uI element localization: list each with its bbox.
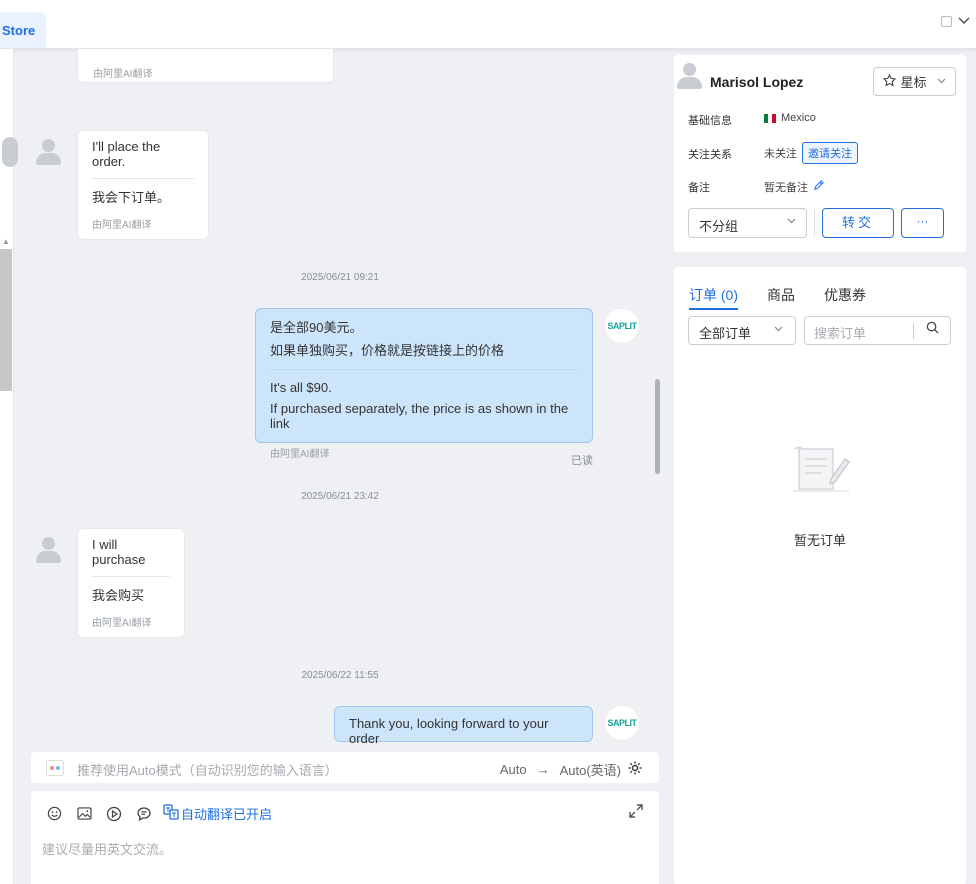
orders-panel: 订单 (0) 商品 优惠券 全部订单 搜索订单 暂无订单 (674, 267, 966, 884)
message-original: Thank you, looking forward to your order (349, 716, 549, 746)
chevron-down-icon[interactable] (958, 14, 970, 28)
my-message-bubble: 是全部90美元。 如果单独购买，价格就是按链接上的价格 It's all $90… (255, 308, 593, 460)
empty-orders-icon (791, 445, 853, 497)
order-filter-value: 全部订单 (699, 326, 752, 341)
chevron-down-icon (787, 216, 796, 227)
avatar (35, 535, 61, 563)
my-message-bubble: Thank you, looking forward to your order (334, 706, 593, 746)
translation-mode-bar: 推荐使用Auto模式（自动识别您的输入语言） Auto → Auto(英语) (31, 752, 659, 783)
mexico-flag-icon (764, 113, 776, 123)
translation-note: 由阿里AI翻译 (270, 449, 330, 460)
expand-icon[interactable] (629, 804, 643, 821)
basic-info-label: 基础信息 (688, 115, 732, 127)
follow-status: 未关注 (764, 148, 797, 160)
message-input[interactable]: 建议尽量用英文交流。 (42, 839, 172, 858)
target-language[interactable]: Auto(英语) (560, 760, 621, 779)
remark-text: 暂无备注 (764, 182, 808, 194)
star-label: 星标 (900, 75, 927, 90)
order-search-input[interactable]: 搜索订单 (804, 316, 951, 345)
divider (270, 369, 578, 370)
window-icon[interactable] (941, 15, 952, 27)
empty-orders-text: 暂无订单 (793, 533, 846, 548)
chat-scrollbar[interactable] (655, 379, 660, 474)
message-bubble: I'll place the order. 我会下订单。 由阿里AI翻译 (77, 130, 209, 240)
avatar (35, 137, 61, 165)
more-button[interactable]: ··· (901, 208, 944, 238)
scroll-up-icon[interactable]: ▲ (2, 237, 10, 246)
invite-follow-button[interactable]: 邀请关注 (802, 142, 858, 164)
store-logo: SAPLIT (604, 705, 640, 741)
message-original: I will purchase (92, 537, 146, 567)
message-translation: It's all $90. (270, 380, 332, 395)
star-button[interactable]: 星标 (873, 67, 956, 96)
chevron-down-icon (774, 324, 783, 335)
composer-toolbar: 自动翻译已开启 (45, 804, 272, 823)
translation-hint: 推荐使用Auto模式（自动识别您的输入语言） (77, 763, 338, 778)
message-original: I'll place the order. (92, 139, 161, 169)
store-logo: SAPLIT (604, 308, 640, 344)
message-bubble: 由阿里AI翻译 (77, 49, 334, 83)
country: Mexico (781, 112, 816, 124)
star-icon (883, 73, 897, 90)
read-status: 已读 (571, 455, 593, 467)
timestamp: 2025/06/22 11:55 (301, 670, 379, 681)
avatar (676, 61, 702, 89)
edit-icon[interactable] (813, 180, 824, 194)
divider (814, 210, 815, 236)
store-tab[interactable]: Store (0, 12, 46, 48)
message-original: 是全部90美元。 (270, 320, 363, 335)
customer-name: Marisol Lopez (710, 74, 804, 90)
auto-translate-label: 自动翻译已开启 (181, 807, 273, 822)
arrow-right-icon: → (536, 762, 550, 777)
top-bar: Store (0, 0, 976, 49)
tab-products[interactable]: 商品 (767, 285, 795, 310)
auto-mode-icon (46, 760, 64, 776)
divider (92, 178, 194, 179)
chat-message-area: 由阿里AI翻译 I'll place the order. 我会下订单。 由阿里… (15, 49, 665, 749)
store-tab-label: Store (2, 23, 36, 38)
group-select-value: 不分组 (699, 219, 739, 234)
message-composer: 自动翻译已开启 建议尽量用英文交流。 (31, 791, 659, 884)
message-translation: If purchased separately, the price is as… (270, 401, 569, 431)
group-select[interactable]: 不分组 (688, 208, 807, 238)
translation-note: 由阿里AI翻译 (92, 618, 152, 629)
order-search-placeholder: 搜索订单 (814, 326, 867, 341)
timestamp: 2025/06/21 09:21 (301, 272, 379, 283)
order-tabs: 订单 (0) 商品 优惠券 (689, 285, 866, 310)
divider (913, 323, 914, 339)
transfer-button[interactable]: 转交 (822, 208, 894, 238)
source-language[interactable]: Auto (500, 762, 527, 777)
translation-note: 由阿里AI翻译 (93, 69, 153, 80)
divider (92, 576, 170, 577)
basic-info-value: Mexico (764, 112, 816, 124)
emoji-icon[interactable] (45, 805, 63, 823)
remark-value: 暂无备注 (764, 179, 824, 195)
remark-label: 备注 (688, 182, 710, 194)
translate-icon (163, 804, 179, 823)
search-icon[interactable] (926, 321, 939, 337)
gear-icon[interactable] (627, 760, 643, 779)
translation-note: 由阿里AI翻译 (92, 220, 152, 231)
quick-reply-icon[interactable] (135, 805, 153, 823)
language-selector[interactable]: Auto → Auto(英语) (500, 760, 643, 779)
follow-status-value: 未关注 邀请关注 (764, 142, 858, 164)
message-bubble: I will purchase 我会购买 由阿里AI翻译 (77, 528, 185, 638)
order-filter-select[interactable]: 全部订单 (688, 316, 796, 345)
conversation-list-edge: ▲ (0, 49, 18, 884)
message-original: 如果单独购买，价格就是按链接上的价格 (270, 343, 505, 358)
timestamp: 2025/06/21 23:42 (301, 491, 379, 502)
image-icon[interactable] (75, 805, 93, 823)
chevron-down-icon (937, 76, 946, 87)
video-icon[interactable] (105, 805, 123, 823)
customer-profile-card: Marisol Lopez 星标 基础信息 Mexico 关注关系 未关注 邀请… (674, 55, 966, 252)
tab-orders[interactable]: 订单 (0) (689, 285, 738, 310)
auto-translate-toggle[interactable]: 自动翻译已开启 (163, 804, 272, 823)
message-translation: 我会购买 (92, 588, 145, 603)
follow-status-label: 关注关系 (688, 149, 732, 161)
window-controls (941, 14, 970, 28)
tab-coupons[interactable]: 优惠券 (824, 285, 866, 310)
conversation-list-scrollbar[interactable] (0, 249, 12, 391)
message-translation: 我会下订单。 (92, 190, 171, 205)
